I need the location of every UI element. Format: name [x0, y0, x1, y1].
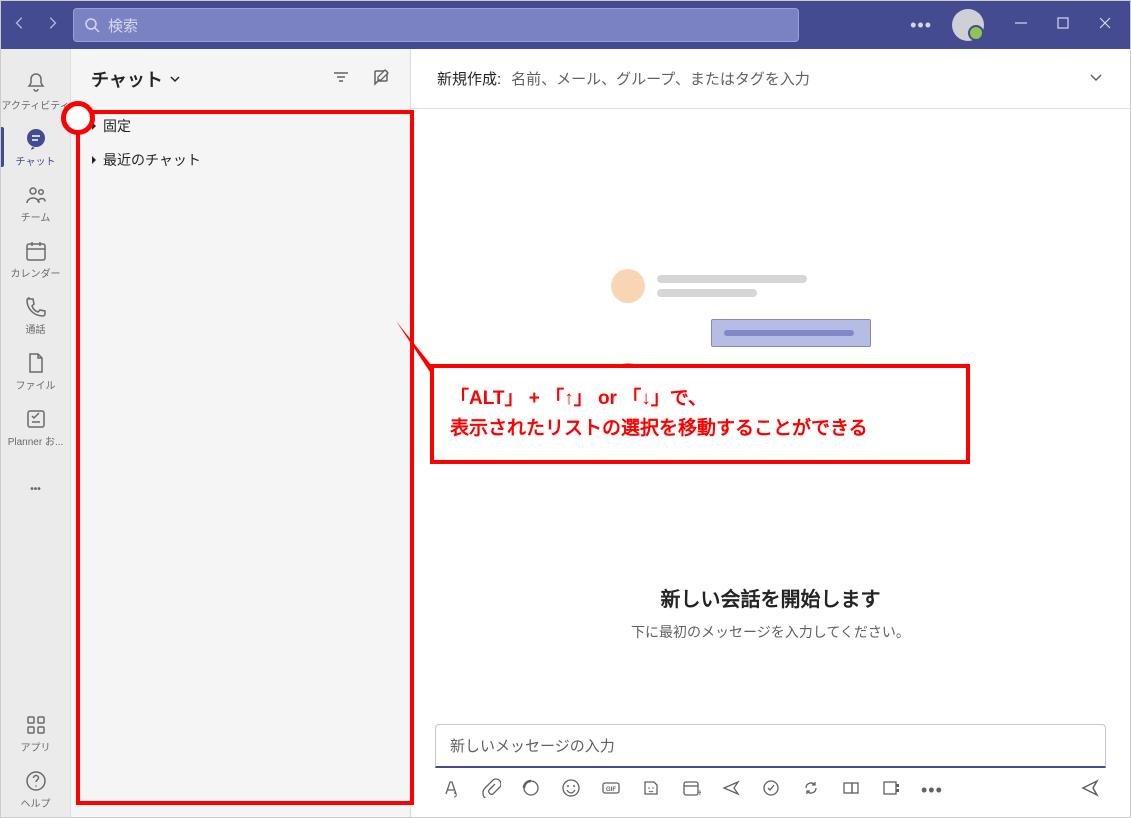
message-input[interactable]: 新しいメッセージの入力 — [435, 724, 1106, 768]
forward-button[interactable] — [45, 16, 59, 35]
rail-label: アクティビティ — [1, 97, 69, 112]
titlebar-right: ••• — [910, 9, 1118, 41]
conversation-empty-state: 新しい会話を開始します 下に最初のメッセージを入力してください。 — [411, 109, 1130, 710]
window-controls — [1014, 16, 1112, 35]
search-placeholder: 検索 — [108, 15, 138, 36]
caret-right-icon — [89, 121, 99, 131]
chat-list-title[interactable]: チャット — [91, 66, 181, 92]
rail-files[interactable]: ファイル — [1, 343, 71, 399]
rail-label: チャット — [16, 153, 56, 168]
empty-subtitle: 下に最初のメッセージを入力してください。 — [631, 622, 910, 642]
new-chat-label: 新規作成: — [437, 68, 501, 89]
search-input[interactable]: 検索 — [73, 8, 799, 42]
rail-planner[interactable]: Planner お... — [1, 399, 71, 455]
rail-more[interactable]: ••• — [1, 461, 71, 517]
new-chat-button[interactable] — [372, 68, 390, 91]
rail-chat[interactable]: チャット — [1, 119, 71, 175]
search-icon — [84, 17, 100, 33]
rail-label: ファイル — [16, 377, 56, 392]
chat-icon — [24, 127, 48, 151]
attach-button[interactable] — [481, 778, 501, 803]
compose-toolbar: GIF + ••• — [435, 778, 1106, 803]
rail-apps[interactable]: アプリ — [1, 705, 71, 761]
group-label: 固定 — [103, 116, 131, 136]
chat-group-recent[interactable]: 最近のチャット — [71, 143, 410, 177]
main-pane: 新規作成: 名前、メール、グループ、またはタグを入力 新しい会話を開始します 下… — [411, 49, 1130, 817]
rail-label: カレンダー — [11, 265, 61, 280]
file-icon — [24, 351, 48, 375]
new-chat-bar: 新規作成: 名前、メール、グループ、またはタグを入力 — [411, 49, 1130, 109]
gif-button[interactable]: GIF — [601, 778, 621, 803]
teams-icon — [24, 183, 48, 207]
phone-icon — [24, 295, 48, 319]
compose-area: 新しいメッセージの入力 GIF + ••• — [411, 710, 1130, 817]
rail-label: ヘルプ — [21, 795, 51, 810]
stream-button[interactable] — [721, 778, 741, 803]
expand-recipients-button[interactable] — [1088, 69, 1104, 89]
back-button[interactable] — [13, 16, 27, 35]
send-button[interactable] — [1080, 778, 1100, 803]
empty-title: 新しい会話を開始します — [661, 583, 881, 612]
chat-list-header: チャット — [71, 49, 410, 109]
approvals-button[interactable] — [761, 778, 781, 803]
compose-more-button[interactable]: ••• — [921, 780, 943, 801]
recipients-input[interactable]: 名前、メール、グループ、またはタグを入力 — [511, 68, 810, 89]
svg-text:GIF: GIF — [606, 787, 616, 793]
chat-list-panel: チャット 固定 最近のチャット — [71, 49, 411, 817]
close-button[interactable] — [1098, 16, 1112, 35]
rail-label: チーム — [21, 209, 51, 224]
rail-label: Planner お... — [8, 433, 64, 448]
sticker-button[interactable] — [641, 778, 661, 803]
chat-title-text: チャット — [91, 66, 163, 92]
rail-teams[interactable]: チーム — [1, 175, 71, 231]
apps-icon — [24, 713, 48, 737]
empty-chat-illustration — [611, 269, 931, 413]
rail-activity[interactable]: アクティビティ — [1, 63, 71, 119]
calendar-icon — [24, 239, 48, 263]
planner-icon — [24, 407, 48, 431]
filter-button[interactable] — [332, 68, 350, 91]
rail-help[interactable]: ヘルプ — [1, 761, 71, 817]
update-button[interactable] — [801, 778, 821, 803]
settings-more-icon[interactable]: ••• — [910, 15, 932, 36]
help-icon — [24, 769, 48, 793]
rail-calendar[interactable]: カレンダー — [1, 231, 71, 287]
app-rail: アクティビティ チャット チーム カレンダー 通話 ファイル Planner お… — [1, 49, 71, 817]
rail-label: アプリ — [21, 739, 51, 754]
rail-label: 通話 — [26, 321, 46, 336]
title-bar: 検索 ••• — [1, 1, 1130, 49]
minimize-button[interactable] — [1014, 16, 1028, 35]
schedule-button[interactable]: + — [681, 778, 701, 803]
svg-text:+: + — [697, 788, 701, 798]
nav-arrows — [13, 16, 59, 35]
message-placeholder: 新しいメッセージの入力 — [450, 735, 615, 756]
viva-button[interactable] — [841, 778, 861, 803]
rail-calls[interactable]: 通話 — [1, 287, 71, 343]
caret-right-icon — [89, 155, 99, 165]
onenote-button[interactable] — [881, 778, 901, 803]
chevron-down-icon — [169, 73, 181, 85]
group-label: 最近のチャット — [103, 150, 201, 170]
format-button[interactable] — [441, 778, 461, 803]
maximize-button[interactable] — [1056, 16, 1070, 35]
bell-icon — [24, 71, 48, 95]
emoji-button[interactable] — [561, 778, 581, 803]
chat-group-pinned[interactable]: 固定 — [71, 109, 410, 143]
profile-avatar[interactable] — [952, 9, 984, 41]
loop-button[interactable] — [521, 778, 541, 803]
